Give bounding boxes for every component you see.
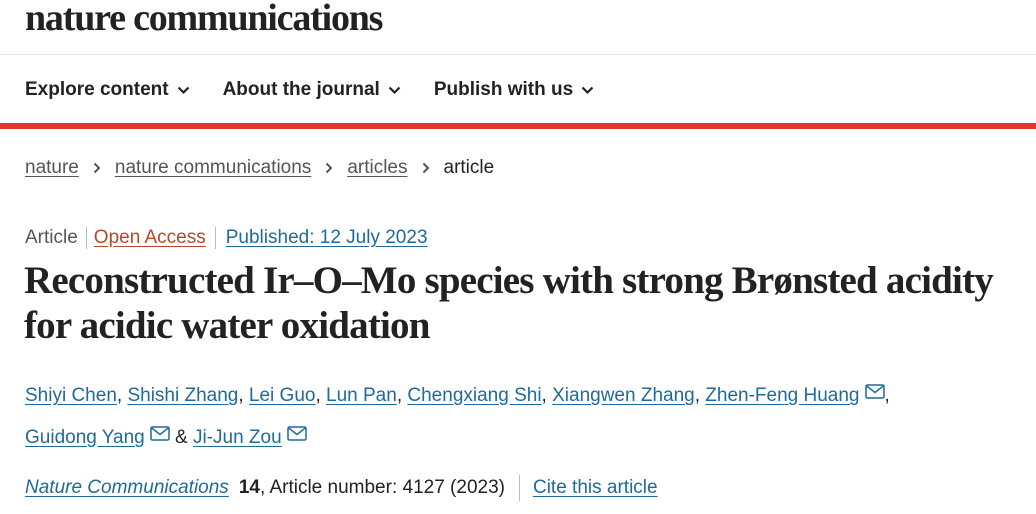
- author-separator: ,: [884, 385, 890, 406]
- author-separator: ,: [116, 385, 128, 406]
- chevron-down-icon: [388, 86, 401, 95]
- chevron-down-icon: [581, 86, 594, 95]
- breadcrumb: nature nature communications articles ar…: [25, 155, 494, 181]
- chevron-right-icon: [325, 162, 333, 174]
- published-date-link[interactable]: Published: 12 July 2023: [216, 227, 428, 249]
- breadcrumb-nature[interactable]: nature: [25, 157, 79, 179]
- chevron-down-icon: [177, 86, 190, 95]
- nav-item-label: Publish with us: [433, 79, 574, 100]
- article-title: Reconstructed Ir–O–Mo species with stron…: [24, 259, 994, 347]
- mail-icon[interactable]: [286, 416, 307, 456]
- author-separator: ,: [238, 385, 249, 406]
- accent-bar: [0, 123, 1036, 129]
- divider: [518, 475, 520, 501]
- author-link[interactable]: Chengxiang Shi: [407, 385, 541, 406]
- author-link[interactable]: Ji-Jun Zou: [193, 427, 282, 448]
- breadcrumb-current: article: [443, 157, 495, 178]
- journal-name-link[interactable]: Nature Communications: [25, 477, 229, 499]
- article-meta: Article Open Access Published: 12 July 2…: [25, 225, 428, 251]
- nav-explore-content[interactable]: Explore content: [25, 79, 190, 101]
- main-nav: Explore content About the journal Publis…: [25, 76, 627, 104]
- author-link[interactable]: Xiangwen Zhang: [552, 385, 695, 406]
- author-link[interactable]: Shiyi Chen: [25, 385, 117, 406]
- mail-icon[interactable]: [149, 416, 170, 456]
- breadcrumb-nature-communications[interactable]: nature communications: [115, 157, 311, 179]
- journal-logo[interactable]: nature communications: [25, 0, 383, 40]
- author-link[interactable]: Lei Guo: [249, 385, 316, 406]
- nav-item-label: About the journal: [222, 79, 380, 100]
- chevron-right-icon: [422, 162, 430, 174]
- author-separator: ,: [315, 385, 327, 406]
- author-separator: ,: [694, 385, 706, 406]
- author-separator: ,: [396, 385, 408, 406]
- article-type: Article: [25, 227, 87, 249]
- mail-icon[interactable]: [864, 374, 885, 414]
- author-link[interactable]: Shishi Zhang: [127, 385, 238, 406]
- article-number: , Article number: 4127 (2023): [259, 477, 505, 498]
- volume-number: 14: [238, 477, 260, 498]
- nav-item-label: Explore content: [25, 79, 169, 100]
- breadcrumb-articles[interactable]: articles: [347, 157, 407, 179]
- chevron-right-icon: [93, 162, 101, 174]
- author-link[interactable]: Zhen-Feng Huang: [705, 385, 859, 406]
- citation-line: Nature Communications 14 , Article numbe…: [25, 475, 658, 501]
- author-link[interactable]: Guidong Yang: [25, 427, 145, 448]
- open-access-link[interactable]: Open Access: [87, 227, 216, 249]
- author-separator: ,: [541, 385, 553, 406]
- header-divider: [0, 54, 1036, 55]
- cite-this-article-link[interactable]: Cite this article: [533, 477, 658, 499]
- author-separator: &: [169, 427, 193, 448]
- author-list: Shiyi Chen, Shishi Zhang, Lei Guo, Lun P…: [25, 374, 1015, 458]
- nav-publish-with-us[interactable]: Publish with us: [434, 79, 594, 101]
- author-link[interactable]: Lun Pan: [326, 385, 397, 406]
- nav-about-journal[interactable]: About the journal: [223, 79, 401, 101]
